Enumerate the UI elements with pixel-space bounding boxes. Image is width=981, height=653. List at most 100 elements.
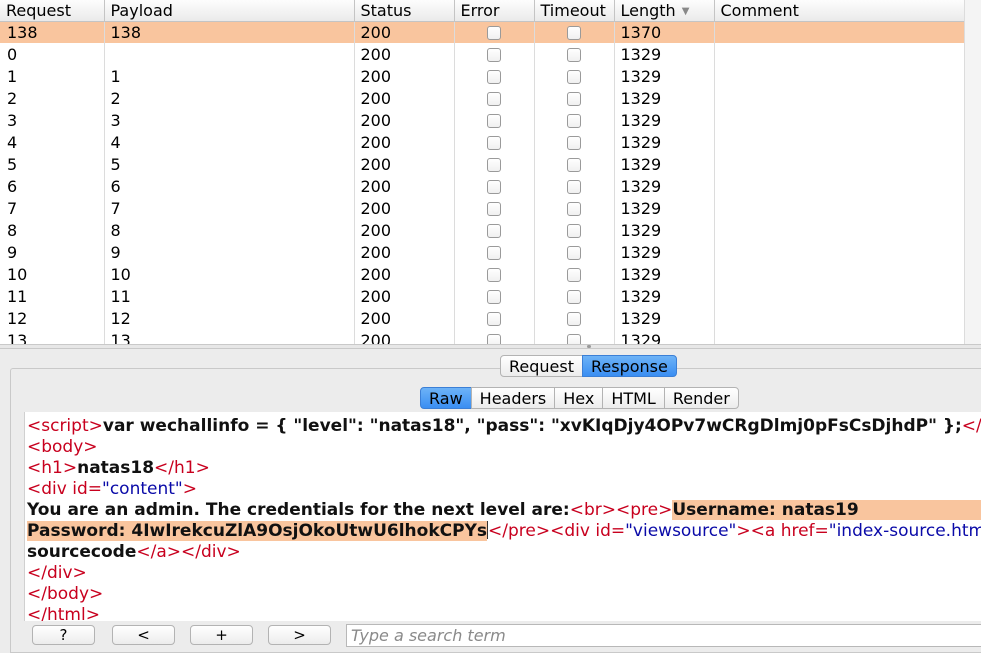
attribute-name: id= — [72, 479, 102, 499]
tab-hex[interactable]: Hex — [554, 387, 604, 409]
table-row[interactable]: 2 2 200 1329 — [0, 87, 965, 109]
error-checkbox[interactable] — [487, 135, 501, 150]
table-row[interactable]: 138 138 200 1370 — [0, 21, 965, 43]
help-button[interactable]: ? — [32, 625, 95, 645]
tab-response[interactable]: Response — [582, 355, 677, 377]
error-checkbox[interactable] — [487, 91, 501, 106]
cell-comment — [714, 43, 965, 65]
cell-error — [454, 131, 535, 153]
tab-headers[interactable]: Headers — [470, 387, 556, 409]
cell-length: 1329 — [614, 197, 715, 219]
timeout-checkbox[interactable] — [567, 91, 581, 106]
cell-request: 5 — [0, 153, 105, 175]
timeout-checkbox[interactable] — [567, 179, 581, 194]
timeout-checkbox[interactable] — [567, 333, 581, 344]
tag: </div> — [181, 542, 241, 562]
add-button[interactable]: + — [190, 625, 253, 645]
error-checkbox[interactable] — [487, 289, 501, 304]
column-header-timeout[interactable]: Timeout — [534, 0, 615, 22]
table-row[interactable]: 5 5 200 1329 — [0, 153, 965, 175]
timeout-checkbox[interactable] — [567, 25, 581, 40]
timeout-checkbox[interactable] — [567, 223, 581, 238]
timeout-checkbox[interactable] — [567, 47, 581, 62]
table-row[interactable]: 1 1 200 1329 — [0, 65, 965, 87]
timeout-checkbox[interactable] — [567, 135, 581, 150]
attribute-value: "index-source.htm — [828, 521, 981, 541]
timeout-checkbox[interactable] — [567, 245, 581, 260]
table-vertical-scrollbar[interactable] — [964, 0, 981, 344]
column-header-comment[interactable]: Comment — [714, 0, 965, 22]
timeout-checkbox[interactable] — [567, 267, 581, 282]
table-row[interactable]: 9 9 200 1329 — [0, 241, 965, 263]
previous-match-button[interactable]: < — [112, 625, 175, 645]
column-header-error[interactable]: Error — [454, 0, 535, 22]
error-checkbox[interactable] — [487, 157, 501, 172]
table-row[interactable]: 6 6 200 1329 — [0, 175, 965, 197]
code-line: <script>var wechallinfo = { "level": "na… — [27, 416, 981, 437]
next-match-button[interactable]: > — [268, 625, 331, 645]
column-header-request[interactable]: Request — [0, 0, 105, 22]
table-row[interactable]: 4 4 200 1329 — [0, 131, 965, 153]
code-line: You are an admin. The credentials for th… — [27, 500, 981, 521]
cell-timeout — [534, 197, 615, 219]
cell-length: 1329 — [614, 219, 715, 241]
timeout-checkbox[interactable] — [567, 157, 581, 172]
error-checkbox[interactable] — [487, 311, 501, 326]
tab-render[interactable]: Render — [663, 387, 739, 409]
error-checkbox[interactable] — [487, 245, 501, 260]
column-header-length[interactable]: Length ▼ — [614, 0, 715, 22]
error-checkbox[interactable] — [487, 69, 501, 84]
error-checkbox[interactable] — [487, 179, 501, 194]
timeout-checkbox[interactable] — [567, 289, 581, 304]
search-input[interactable] — [346, 624, 981, 647]
error-checkbox[interactable] — [487, 267, 501, 282]
tab-raw[interactable]: Raw — [420, 387, 472, 409]
cell-length: 1370 — [614, 21, 715, 43]
code-line: Password: 4IwIrekcuZlA9OsjOkoUtwU6lhokCP… — [27, 521, 981, 542]
cell-payload: 10 — [104, 263, 355, 285]
table-row[interactable]: 10 10 200 1329 — [0, 263, 965, 285]
cell-status: 200 — [354, 21, 455, 43]
table-row[interactable]: 13 13 200 1329 — [0, 329, 965, 344]
error-checkbox[interactable] — [487, 223, 501, 238]
timeout-checkbox[interactable] — [567, 69, 581, 84]
error-checkbox[interactable] — [487, 25, 501, 40]
error-checkbox[interactable] — [487, 333, 501, 344]
tag: > — [736, 521, 751, 541]
cell-status: 200 — [354, 43, 455, 65]
sort-descending-icon: ▼ — [681, 5, 690, 17]
error-checkbox[interactable] — [487, 47, 501, 62]
script-content: var wechallinfo = { "level": "natas18", … — [102, 416, 962, 436]
message-viewer-pane: Request Response Raw Headers Hex HTML Re… — [0, 349, 981, 653]
column-header-status[interactable]: Status — [354, 0, 455, 22]
cell-payload: 2 — [104, 87, 355, 109]
table-row[interactable]: 0 200 1329 — [0, 43, 965, 65]
cell-error — [454, 241, 535, 263]
error-checkbox[interactable] — [487, 201, 501, 216]
table-row[interactable]: 11 11 200 1329 — [0, 285, 965, 307]
table-row[interactable]: 8 8 200 1329 — [0, 219, 965, 241]
cell-status: 200 — [354, 197, 455, 219]
cell-timeout — [534, 175, 615, 197]
table-row[interactable]: 7 7 200 1329 — [0, 197, 965, 219]
timeout-checkbox[interactable] — [567, 311, 581, 326]
cell-timeout — [534, 329, 615, 344]
cell-request: 13 — [0, 329, 105, 344]
cell-length: 1329 — [614, 307, 715, 329]
tag: <body> — [27, 437, 98, 457]
tag: <a — [750, 521, 781, 541]
table-row[interactable]: 3 3 200 1329 — [0, 109, 965, 131]
table-row[interactable]: 12 12 200 1329 — [0, 307, 965, 329]
attribute-name: href= — [780, 521, 829, 541]
error-checkbox[interactable] — [487, 113, 501, 128]
cell-request: 7 — [0, 197, 105, 219]
attribute-value: "viewsource" — [625, 521, 737, 541]
tab-html[interactable]: HTML — [602, 387, 665, 409]
response-raw-editor[interactable]: <script>var wechallinfo = { "level": "na… — [24, 412, 981, 621]
timeout-checkbox[interactable] — [567, 201, 581, 216]
tab-request[interactable]: Request — [500, 355, 583, 377]
cell-payload: 7 — [104, 197, 355, 219]
column-header-payload[interactable]: Payload — [104, 0, 355, 22]
cell-comment — [714, 65, 965, 87]
timeout-checkbox[interactable] — [567, 113, 581, 128]
